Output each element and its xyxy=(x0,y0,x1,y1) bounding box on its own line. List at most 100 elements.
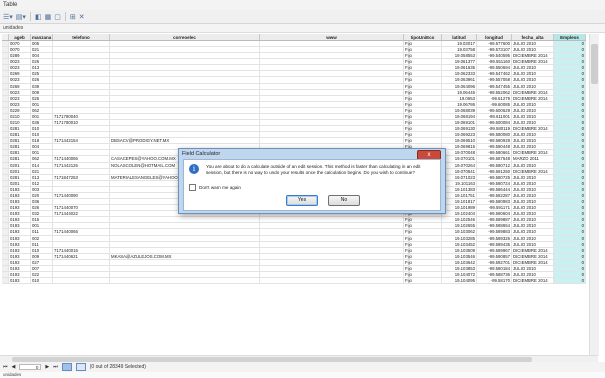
cell-longitud[interactable]: -99.551160 xyxy=(477,59,512,65)
cell-manzana[interactable]: 018 xyxy=(31,138,53,144)
cell-correoelec[interactable] xyxy=(110,229,260,235)
cell-telefono[interactable] xyxy=(53,101,110,107)
cell-manzana[interactable]: 004 xyxy=(31,53,53,59)
cell-ageb[interactable]: 0193 xyxy=(9,205,31,211)
cell-manzana[interactable]: 001 xyxy=(31,101,53,107)
column-header-manzana[interactable]: manzana xyxy=(31,34,53,40)
cell-manzana[interactable]: 026 xyxy=(31,205,53,211)
cell-fecha-alta[interactable]: JULIO 2010 xyxy=(512,107,554,113)
cell-telefono[interactable]: 7171442154 xyxy=(53,138,110,144)
cell-fecha-alta[interactable]: DICIEMBRE 2014 xyxy=(512,53,554,59)
cell-www[interactable] xyxy=(260,120,404,126)
cell-latitud[interactable]: 19.058553 xyxy=(442,53,477,59)
cell-tipouniceo[interactable]: Fijo xyxy=(404,138,442,144)
cell-telefono[interactable] xyxy=(53,89,110,95)
cell-telefono[interactable] xyxy=(53,41,110,47)
cell-manzana[interactable]: 010 xyxy=(31,126,53,132)
table-options-icon[interactable]: ☰▾ xyxy=(2,12,14,22)
cell-empleos[interactable]: 0 xyxy=(554,168,586,174)
cell-ageb[interactable]: 0193 xyxy=(9,186,31,192)
cell-manzana[interactable]: 003 xyxy=(31,186,53,192)
previous-record-button[interactable]: ◀ xyxy=(12,364,16,370)
row-selector[interactable] xyxy=(2,205,9,211)
cell-tipouniceo[interactable]: Fijo xyxy=(404,65,442,71)
row-selector[interactable] xyxy=(2,107,9,113)
cell-ageb[interactable]: 0281 xyxy=(9,132,31,138)
cell-www[interactable] xyxy=(260,101,404,107)
cell-manzana[interactable]: 010 xyxy=(31,278,53,284)
cell-manzana[interactable]: 009 xyxy=(31,253,53,259)
cell-latitud[interactable]: 19.068194 xyxy=(442,113,477,120)
cell-latitud[interactable]: 19.062333 xyxy=(442,71,477,77)
cell-latitud[interactable]: 19.069101 xyxy=(442,120,477,126)
row-selector[interactable] xyxy=(2,174,9,180)
cell-latitud[interactable]: 19.101989 xyxy=(442,205,477,211)
cell-latitud[interactable]: 19.061377 xyxy=(442,59,477,65)
cell-latitud[interactable]: 19.068039 xyxy=(442,107,477,113)
row-selector[interactable] xyxy=(2,113,9,120)
cell-empleos[interactable]: 0 xyxy=(554,120,586,126)
cell-ageb[interactable]: 0193 xyxy=(9,253,31,259)
cell-manzana[interactable]: 036 xyxy=(31,120,53,126)
cell-telefono[interactable] xyxy=(53,107,110,113)
cell-longitud[interactable]: -99.588654 xyxy=(477,223,512,229)
cell-fecha-alta[interactable]: DICIEMBRE 2014 xyxy=(512,168,554,174)
cell-longitud[interactable]: -99.577600 xyxy=(477,41,512,47)
cell-empleos[interactable]: 0 xyxy=(554,259,586,265)
cell-telefono[interactable] xyxy=(53,168,110,174)
row-selector[interactable] xyxy=(2,223,9,229)
cell-manzana[interactable]: 027 xyxy=(31,259,53,265)
cell-empleos[interactable]: 0 xyxy=(554,199,586,205)
cell-longitud[interactable]: -99.589887 xyxy=(477,217,512,223)
cell-latitud[interactable]: 19.070048 xyxy=(442,150,477,156)
cell-correoelec[interactable] xyxy=(110,223,260,229)
row-selector[interactable] xyxy=(2,89,9,95)
cell-manzana[interactable]: 004 xyxy=(31,144,53,150)
cell-telefono[interactable] xyxy=(53,265,110,271)
row-selector[interactable] xyxy=(2,150,9,156)
cell-tipouniceo[interactable]: Fijo xyxy=(404,265,442,271)
cell-ageb[interactable]: 0193 xyxy=(9,247,31,253)
cell-empleos[interactable]: 0 xyxy=(554,89,586,95)
cell-longitud[interactable]: -99.588736 xyxy=(477,271,512,278)
cell-telefono[interactable] xyxy=(53,235,110,241)
cell-fecha-alta[interactable]: JULIO 2010 xyxy=(512,71,554,77)
cell-latitud[interactable]: 19.06786 xyxy=(442,101,477,107)
cell-longitud[interactable]: -99.547455 xyxy=(477,83,512,89)
cell-empleos[interactable]: 0 xyxy=(554,156,586,162)
cell-tipouniceo[interactable]: Fijo xyxy=(404,132,442,138)
cell-telefono[interactable] xyxy=(53,95,110,101)
zoom-to-selected-icon[interactable]: ▢ xyxy=(53,12,62,22)
cell-manzana[interactable]: 039 xyxy=(31,83,53,89)
cell-longitud[interactable]: -99.587548 xyxy=(477,156,512,162)
cell-tipouniceo[interactable]: Fijo xyxy=(404,89,442,95)
cell-telefono[interactable] xyxy=(53,71,110,77)
table-tab[interactable]: unidades xyxy=(0,372,605,378)
cell-correoelec[interactable] xyxy=(110,120,260,126)
cell-telefono[interactable]: 7171847253 xyxy=(53,174,110,180)
cell-empleos[interactable]: 0 xyxy=(554,229,586,235)
cell-www[interactable] xyxy=(260,71,404,77)
cell-latitud[interactable]: 19.06445 xyxy=(442,89,477,95)
cell-fecha-alta[interactable]: JULIO 2010 xyxy=(512,211,554,217)
column-header-empleos[interactable]: Empleos xyxy=(554,34,586,40)
cell-telefono[interactable] xyxy=(53,271,110,278)
cell-manzana[interactable]: 013 xyxy=(31,174,53,180)
cell-fecha-alta[interactable]: JULIO 2010 xyxy=(512,174,554,180)
row-selector[interactable] xyxy=(2,95,9,101)
cell-fecha-alta[interactable]: JULIO 2010 xyxy=(512,65,554,71)
row-selector[interactable] xyxy=(2,168,9,174)
cell-telefono[interactable]: 7171440065 xyxy=(53,229,110,235)
cell-fecha-alta[interactable]: JULIO 2010 xyxy=(512,138,554,144)
cell-telefono[interactable]: 7171440070 xyxy=(53,205,110,211)
row-selector[interactable] xyxy=(2,192,9,199)
cell-fecha-alta[interactable]: JULIO 2010 xyxy=(512,192,554,199)
row-selector[interactable] xyxy=(2,241,9,247)
cell-telefono[interactable]: 7171780010 xyxy=(53,120,110,126)
cell-empleos[interactable]: 0 xyxy=(554,235,586,241)
cell-tipouniceo[interactable]: Fijo xyxy=(404,247,442,253)
cell-latitud[interactable]: 19.064096 xyxy=(442,83,477,89)
cell-ageb[interactable]: 0070 xyxy=(9,41,31,47)
cell-empleos[interactable]: 0 xyxy=(554,278,586,284)
cell-ageb[interactable]: 0193 xyxy=(9,259,31,265)
